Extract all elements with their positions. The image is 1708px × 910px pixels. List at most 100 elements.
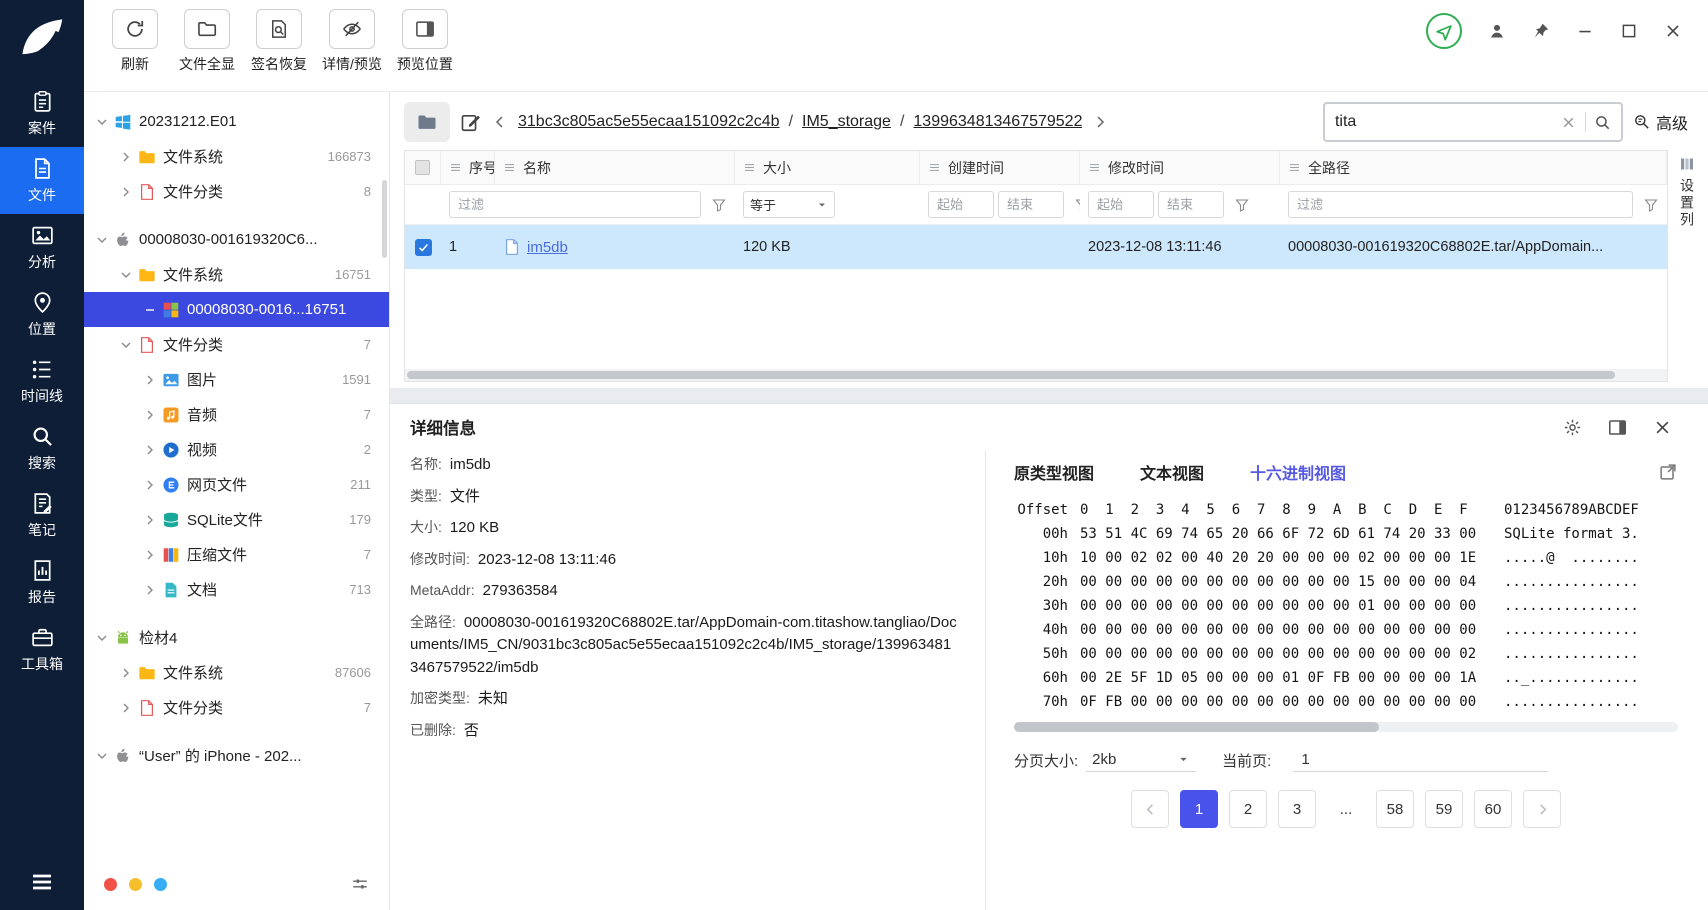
status-dot-red[interactable] <box>104 877 117 891</box>
tree-item[interactable]: 音频 7 <box>84 397 389 432</box>
tree-item[interactable]: 文件分类 7 <box>84 690 389 725</box>
tree-filter-button[interactable] <box>351 875 369 893</box>
quick-send-button[interactable] <box>1426 13 1462 49</box>
tree-item[interactable]: 文件分类 8 <box>84 174 389 209</box>
current-page-input[interactable]: 1 <box>1293 748 1549 772</box>
toolbar-signature-recovery-button[interactable]: 签名恢复 <box>250 9 308 91</box>
nav-item-case[interactable]: 案件 <box>0 80 84 147</box>
hamburger-menu-button[interactable] <box>30 870 54 894</box>
page-button-3[interactable]: 3 <box>1278 790 1316 828</box>
tree-item[interactable]: 文件系统 87606 <box>84 655 389 690</box>
name-filter-funnel-icon[interactable] <box>711 197 727 213</box>
tree-item[interactable]: 图片 1591 <box>84 362 389 397</box>
nav-item-files[interactable]: 文件 <box>0 147 84 214</box>
tree-item[interactable]: 压缩文件 7 <box>84 537 389 572</box>
column-header-size[interactable]: 大小 <box>735 151 920 184</box>
scrollbar-thumb[interactable] <box>1014 722 1380 732</box>
select-all-checkbox[interactable] <box>415 160 430 175</box>
modified-end-input[interactable] <box>1158 191 1224 218</box>
tree-item[interactable]: 文件分类 7 <box>84 327 389 362</box>
chevron-right-icon[interactable] <box>142 442 158 458</box>
nav-item-report[interactable]: 报告 <box>0 549 84 616</box>
toolbar-preview-position-button[interactable]: 预览位置 <box>396 9 454 91</box>
tree-item[interactable]: 文件系统 16751 <box>84 257 389 292</box>
tree-item[interactable]: 00008030-001619320C6... <box>84 222 389 257</box>
scrollbar-thumb[interactable] <box>407 371 1615 379</box>
tree-scrollbar[interactable] <box>382 180 387 258</box>
chevron-down-icon[interactable] <box>94 232 110 248</box>
nav-item-notes[interactable]: 笔记 <box>0 482 84 549</box>
created-end-input[interactable] <box>998 191 1064 218</box>
tab-hex-view[interactable]: 十六进制视图 <box>1250 460 1346 484</box>
page-button-58[interactable]: 58 <box>1376 790 1414 828</box>
column-header-index[interactable]: 序号 <box>441 151 495 184</box>
breadcrumb-segment-2[interactable]: IM5_storage <box>802 113 891 131</box>
chevron-down-icon[interactable] <box>94 630 110 646</box>
path-filter-funnel-icon[interactable] <box>1643 197 1659 213</box>
page-button-1[interactable]: 1 <box>1180 790 1218 828</box>
advanced-search-button[interactable]: 高级 <box>1633 110 1688 134</box>
created-start-input[interactable] <box>928 191 994 218</box>
page-button-59[interactable]: 59 <box>1425 790 1463 828</box>
nav-item-search[interactable]: 搜索 <box>0 415 84 482</box>
row-checkbox[interactable] <box>414 238 432 256</box>
detail-layout-icon[interactable] <box>1608 418 1627 437</box>
column-header-name[interactable]: 名称 <box>495 151 735 184</box>
chevron-down-icon[interactable] <box>94 748 110 764</box>
toolbar-detail-preview-button[interactable]: 详情/预览 <box>322 9 382 91</box>
chevron-right-icon[interactable] <box>142 372 158 388</box>
toolbar-refresh-button[interactable]: 刷新 <box>106 9 164 91</box>
tree-item[interactable]: 视频 2 <box>84 432 389 467</box>
status-dot-blue[interactable] <box>154 877 167 891</box>
tree-item[interactable]: 网页文件 211 <box>84 467 389 502</box>
clear-search-icon[interactable] <box>1560 114 1577 131</box>
breadcrumb-back-button[interactable] <box>492 114 508 130</box>
file-name-link[interactable]: im5db <box>527 239 568 256</box>
chevron-right-icon[interactable] <box>142 582 158 598</box>
column-header-path[interactable]: 全路径 <box>1280 151 1667 184</box>
status-dot-yellow[interactable] <box>129 877 142 891</box>
modified-start-input[interactable] <box>1088 191 1154 218</box>
chevron-right-icon[interactable] <box>142 512 158 528</box>
chevron-right-icon[interactable] <box>142 407 158 423</box>
chevron-right-icon[interactable] <box>142 477 158 493</box>
app-logo[interactable] <box>15 12 69 66</box>
breadcrumb-segment-3[interactable]: 1399634813467579522 <box>913 113 1082 131</box>
chevron-down-icon[interactable] <box>94 114 110 130</box>
toolbar-show-all-files-button[interactable]: 文件全显 <box>178 9 236 91</box>
user-account-icon[interactable] <box>1488 22 1506 40</box>
page-button-2[interactable]: 2 <box>1229 790 1267 828</box>
tab-original-view[interactable]: 原类型视图 <box>1014 460 1094 484</box>
search-input[interactable] <box>1334 113 1552 131</box>
tree-item[interactable]: 00008030-0016...16751 <box>84 292 389 327</box>
modified-filter-funnel-icon[interactable] <box>1234 197 1250 213</box>
tree-item[interactable]: “User” 的 iPhone - 202... <box>84 738 389 773</box>
tree-item[interactable]: 文档 713 <box>84 572 389 607</box>
nav-item-analysis[interactable]: 分析 <box>0 214 84 281</box>
edit-path-button[interactable] <box>460 111 482 133</box>
size-operator-select[interactable]: 等于 <box>743 191 835 218</box>
chevron-right-icon[interactable] <box>118 700 134 716</box>
chevron-down-icon[interactable] <box>118 267 134 283</box>
tree-item[interactable]: 20231212.E01 <box>84 104 389 139</box>
chevron-right-icon[interactable] <box>118 665 134 681</box>
tree-item[interactable]: SQLite文件 179 <box>84 502 389 537</box>
minimize-button[interactable] <box>1576 22 1594 40</box>
detail-close-icon[interactable] <box>1653 418 1672 437</box>
page-button-60[interactable]: 60 <box>1474 790 1512 828</box>
chevron-down-icon[interactable] <box>118 337 134 353</box>
hex-horizontal-scrollbar[interactable] <box>1014 722 1678 732</box>
chevron-right-icon[interactable] <box>118 149 134 165</box>
column-header-modified[interactable]: 修改时间 <box>1080 151 1280 184</box>
nav-item-toolbox[interactable]: 工具箱 <box>0 616 84 683</box>
breadcrumb-forward-button[interactable] <box>1092 114 1108 130</box>
tree-item[interactable]: 文件系统 166873 <box>84 139 389 174</box>
prev-page-button[interactable] <box>1131 790 1169 828</box>
column-header-created[interactable]: 创建时间 <box>920 151 1080 184</box>
nav-item-timeline[interactable]: 时间线 <box>0 348 84 415</box>
name-filter-input[interactable] <box>449 191 701 218</box>
search-icon[interactable] <box>1594 114 1611 131</box>
path-filter-input[interactable] <box>1288 191 1633 218</box>
table-row[interactable]: 1 im5db 120 KB 2023-12-08 13:11:46 00008… <box>405 225 1667 269</box>
tree-item[interactable]: 检材4 <box>84 620 389 655</box>
